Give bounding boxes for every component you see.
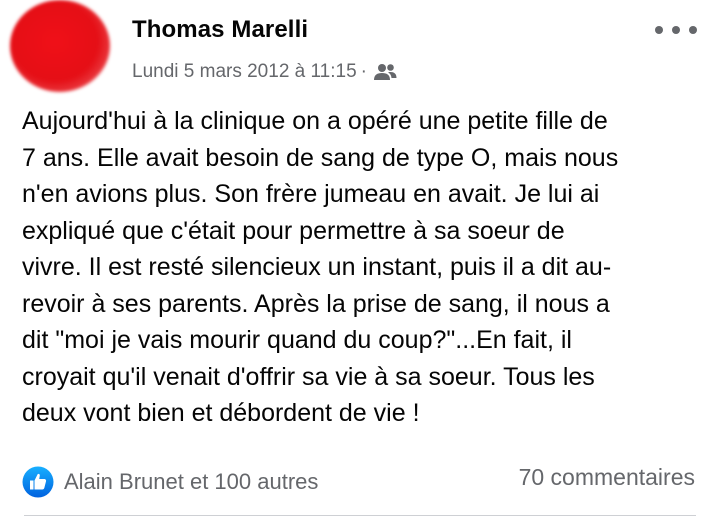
more-dot — [672, 26, 680, 34]
reactions-text: Alain Brunet et 100 autres — [64, 469, 319, 494]
post-meta: Lundi 5 mars 2012 à 11:15 · — [132, 61, 397, 83]
divider — [24, 515, 696, 516]
more-options-icon[interactable] — [655, 25, 697, 35]
like-icon — [22, 466, 54, 498]
post-timestamp[interactable]: Lundi 5 mars 2012 à 11:15 — [132, 61, 357, 83]
post-text: Aujourd'hui à la clinique on a opéré une… — [22, 107, 619, 427]
more-dot — [689, 26, 697, 34]
post-card: Thomas Marelli Lundi 5 mars 2012 à 11:15… — [0, 0, 720, 523]
author-name[interactable]: Thomas Marelli — [132, 16, 308, 44]
more-dot — [655, 26, 663, 34]
avatar[interactable] — [10, 0, 110, 92]
friends-icon — [373, 64, 397, 80]
reactions-summary[interactable]: Alain Brunet et 100 autres — [22, 466, 318, 498]
meta-separator: · — [360, 61, 367, 82]
comments-count[interactable]: 70 commentaires — [519, 464, 695, 491]
